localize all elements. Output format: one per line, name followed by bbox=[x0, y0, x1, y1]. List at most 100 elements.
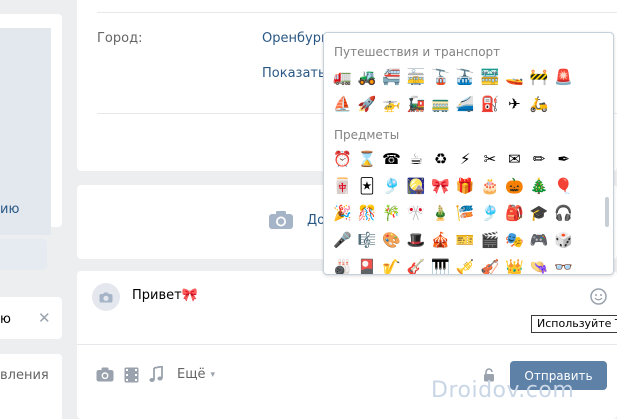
emoji-item[interactable]: ✂ bbox=[478, 146, 503, 173]
emoji-item[interactable]: ✉ bbox=[502, 146, 527, 173]
smile-icon[interactable] bbox=[590, 288, 607, 305]
emoji-item[interactable]: 🚨 bbox=[551, 64, 576, 91]
emoji-item[interactable]: 🚟 bbox=[478, 64, 503, 91]
emoji-item[interactable]: 🎒 bbox=[502, 200, 527, 227]
emoji-item[interactable]: 🎲 bbox=[551, 227, 576, 254]
emoji-item[interactable]: 🎹 bbox=[428, 254, 453, 275]
emoji-item[interactable]: 🎐 bbox=[478, 200, 503, 227]
profile-divider bbox=[97, 12, 617, 13]
emoji-item[interactable]: ☎ bbox=[379, 146, 404, 173]
emoji-item[interactable]: 🎏 bbox=[453, 200, 478, 227]
emoji-item[interactable]: 👒 bbox=[527, 254, 552, 275]
emoji-item[interactable]: 👑 bbox=[502, 254, 527, 275]
emoji-item[interactable]: ⌛ bbox=[355, 146, 380, 173]
emoji-item[interactable]: 🚠 bbox=[453, 64, 478, 91]
video-attach-icon[interactable] bbox=[124, 367, 139, 383]
emoji-item[interactable]: 🎩 bbox=[404, 227, 429, 254]
emoji-item[interactable]: 🎭 bbox=[502, 227, 527, 254]
emoji-item[interactable]: 🎃 bbox=[502, 173, 527, 200]
emoji-section-objects-title: Предметы bbox=[334, 128, 400, 142]
emoji-item[interactable]: 🎁 bbox=[453, 173, 478, 200]
emoji-item[interactable]: 👓 bbox=[551, 254, 576, 275]
show-more-link[interactable]: Показать bbox=[262, 66, 326, 82]
emoji-item[interactable]: 🎮 bbox=[527, 227, 552, 254]
emoji-item[interactable]: ⛵ bbox=[330, 91, 355, 118]
avatar[interactable] bbox=[92, 283, 120, 311]
emoji-item[interactable]: 🎐 bbox=[379, 173, 404, 200]
left-partial-input[interactable]: ю bbox=[0, 312, 11, 328]
emoji-item[interactable]: 🎊 bbox=[355, 200, 380, 227]
left-bottom-card: вления bbox=[0, 354, 62, 419]
left-input-card: ю ✕ bbox=[0, 297, 62, 339]
emoji-tooltip: Используйте T bbox=[531, 315, 617, 333]
emoji-item[interactable]: 🚄 bbox=[453, 91, 478, 118]
emoji-item[interactable]: ⛽ bbox=[478, 91, 503, 118]
emoji-item[interactable]: 🎳 bbox=[330, 254, 355, 275]
emoji-item[interactable]: 🎂 bbox=[478, 173, 503, 200]
camera-icon[interactable] bbox=[268, 210, 294, 230]
emoji-item[interactable]: 🎸 bbox=[404, 254, 429, 275]
left-gray-card bbox=[0, 239, 47, 270]
left-partial-text: вления bbox=[0, 368, 49, 383]
emoji-item[interactable]: 🎋 bbox=[379, 200, 404, 227]
composer-divider bbox=[77, 344, 617, 345]
emoji-grid-travel: 🚛 🚜 🚝 🚋 🚡 🚠 🚟 🚤 🚧 🚨 ⛵ 🚀 🚁 🚂 🚃 🚄 ⛽ ✈ 🛵 bbox=[330, 64, 576, 118]
emoji-item[interactable]: ☕ bbox=[404, 146, 429, 173]
emoji-item[interactable]: 🎉 bbox=[330, 200, 355, 227]
emoji-item[interactable]: ✒ bbox=[551, 146, 576, 173]
emoji-item[interactable]: 🚁 bbox=[379, 91, 404, 118]
more-attachments-button[interactable]: Ещё ▾ bbox=[177, 367, 215, 383]
city-value-link[interactable]: Оренбург bbox=[262, 31, 328, 47]
emoji-item[interactable]: 🚛 bbox=[330, 64, 355, 91]
emoji-item[interactable]: 🚃 bbox=[428, 91, 453, 118]
close-icon[interactable]: ✕ bbox=[38, 310, 51, 326]
emoji-grid-objects: ⏰ ⌛ ☎ ☕ ♻ ⚡ ✂ ✉ ✏ ✒ 🀄 🃏 🎐 🎑 🎀 🎁 🎂 🎃 🎄 🎈 🎉 🎊 🎋 🎌 🎍 🎏 🎐 🎒 🎓 🎧 🎤 🎼 🎨 🎩 🎪 🎫 🎬 🎭 🎮 🎲… bbox=[330, 146, 576, 275]
emoji-item[interactable]: 🎀 bbox=[428, 173, 453, 200]
more-attachments-label: Ещё bbox=[177, 367, 206, 382]
emoji-item[interactable]: 🎴 bbox=[355, 254, 380, 275]
left-profile-card: ию bbox=[0, 14, 62, 235]
emoji-item[interactable]: 🚂 bbox=[404, 91, 429, 118]
emoji-item[interactable]: 🀄 bbox=[330, 173, 355, 200]
emoji-item[interactable]: 🚋 bbox=[404, 64, 429, 91]
emoji-item[interactable]: 🚧 bbox=[527, 64, 552, 91]
emoji-item[interactable]: 🚤 bbox=[502, 64, 527, 91]
emoji-item[interactable]: 🛵 bbox=[527, 91, 552, 118]
emoji-item[interactable]: 🎄 bbox=[527, 173, 552, 200]
emoji-item[interactable]: 🚀 bbox=[355, 91, 380, 118]
left-partial-link[interactable]: ию bbox=[0, 202, 19, 218]
emoji-item[interactable]: 🎌 bbox=[404, 200, 429, 227]
emoji-item[interactable]: 🎺 bbox=[453, 254, 478, 275]
music-attach-icon[interactable] bbox=[149, 365, 163, 383]
chevron-down-icon: ▾ bbox=[210, 370, 215, 380]
emoji-item[interactable]: 🎑 bbox=[404, 173, 429, 200]
emoji-picker-panel: Путешествия и транспорт 🚛 🚜 🚝 🚋 🚡 🚠 🚟 🚤 🚧 🚨 ⛵ 🚀 🚁 🚂 🚃 🚄… bbox=[323, 32, 614, 275]
emoji-item[interactable]: ✏ bbox=[527, 146, 552, 173]
emoji-item[interactable]: ✈ bbox=[502, 91, 527, 118]
emoji-item[interactable]: 🚜 bbox=[355, 64, 380, 91]
photo-attach-icon[interactable] bbox=[96, 367, 114, 382]
emoji-item[interactable]: 🎧 bbox=[551, 200, 576, 227]
emoji-item[interactable]: 🎫 bbox=[453, 227, 478, 254]
emoji-scrollbar[interactable] bbox=[605, 197, 609, 227]
emoji-item[interactable]: 🃏 bbox=[355, 173, 380, 200]
emoji-item[interactable]: 🎍 bbox=[428, 200, 453, 227]
emoji-item[interactable]: 🎻 bbox=[478, 254, 503, 275]
emoji-item[interactable]: 🎬 bbox=[478, 227, 503, 254]
emoji-item[interactable]: 🎼 bbox=[355, 227, 380, 254]
emoji-item[interactable]: 🚡 bbox=[428, 64, 453, 91]
emoji-item[interactable]: ⏰ bbox=[330, 146, 355, 173]
emoji-item[interactable]: 🎤 bbox=[330, 227, 355, 254]
emoji-item[interactable]: 🎨 bbox=[379, 227, 404, 254]
watermark-text: Droidov.com bbox=[431, 378, 575, 403]
emoji-item[interactable]: 🎈 bbox=[551, 173, 576, 200]
city-label: Город: bbox=[97, 31, 143, 46]
emoji-item[interactable]: ♻ bbox=[428, 146, 453, 173]
emoji-item[interactable]: 🎷 bbox=[379, 254, 404, 275]
emoji-item[interactable]: ⚡ bbox=[453, 146, 478, 173]
emoji-item[interactable]: 🚝 bbox=[379, 64, 404, 91]
emoji-item[interactable]: 🎓 bbox=[527, 200, 552, 227]
emoji-section-travel-title: Путешествия и транспорт bbox=[334, 45, 501, 59]
emoji-item[interactable]: 🎪 bbox=[428, 227, 453, 254]
message-input[interactable]: Привет🎀 bbox=[132, 288, 198, 304]
